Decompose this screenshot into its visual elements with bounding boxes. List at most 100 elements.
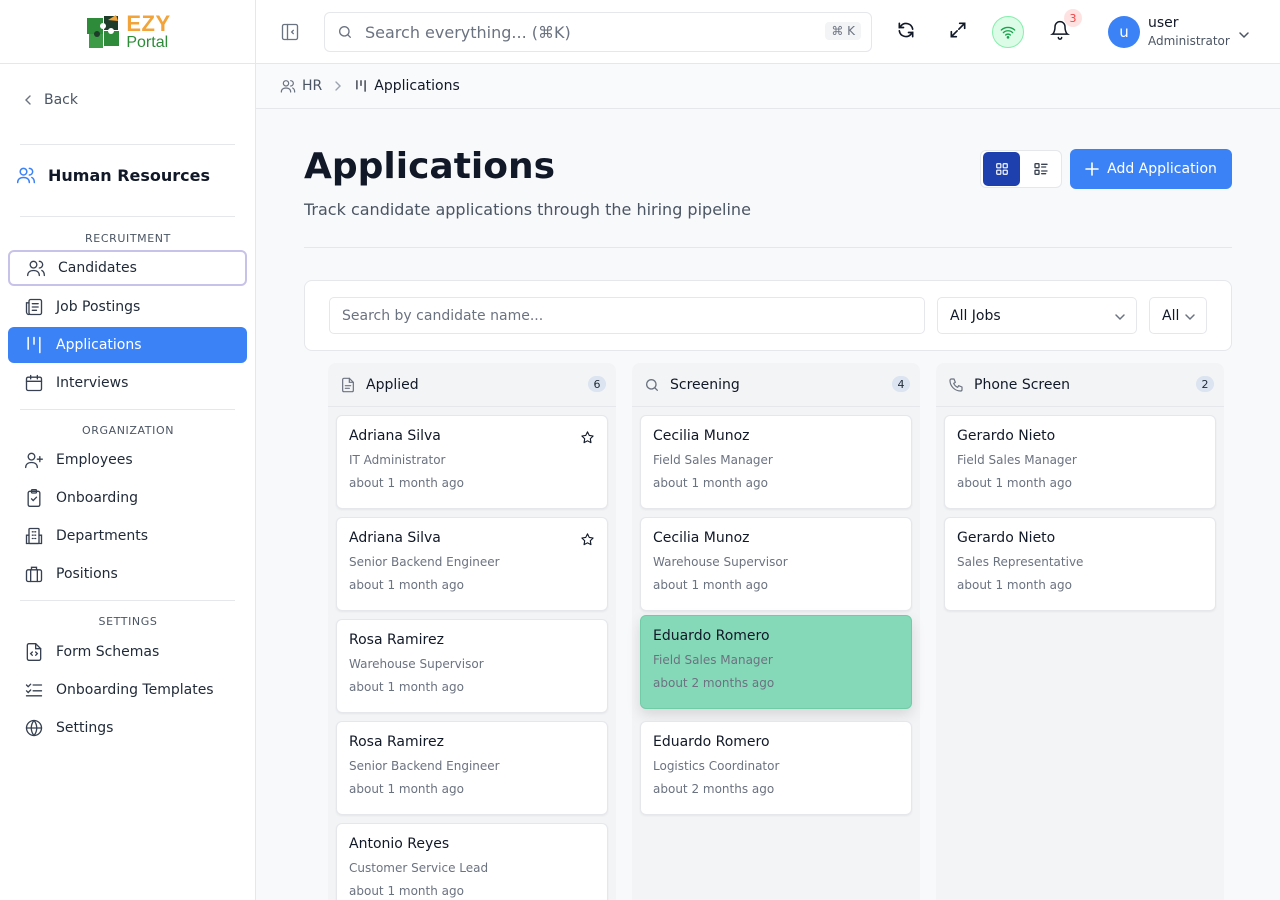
sidebar-item-onboarding[interactable]: Onboarding bbox=[8, 480, 247, 516]
logo[interactable]: EZY Portal bbox=[0, 0, 255, 64]
list-icon bbox=[1033, 163, 1048, 175]
global-search-input[interactable] bbox=[365, 22, 805, 42]
connection-status-button[interactable] bbox=[992, 16, 1024, 48]
building-icon bbox=[25, 527, 43, 545]
calendar-icon bbox=[25, 374, 43, 392]
applied-time: about 1 month ago bbox=[349, 578, 464, 592]
kanban-column-phone-screen: Phone Screen 2 Gerardo Nieto Field Sales… bbox=[936, 363, 1224, 900]
application-card-dragging[interactable]: Eduardo Romero Field Sales Manager about… bbox=[640, 615, 912, 709]
application-card[interactable]: Eduardo Romero Logistics Coordinator abo… bbox=[640, 721, 912, 815]
wifi-icon bbox=[1000, 26, 1016, 39]
application-card[interactable]: Cecilia Munoz Warehouse Supervisor about… bbox=[640, 517, 912, 611]
fullscreen-button[interactable] bbox=[948, 20, 968, 44]
sidebar-item-label: Settings bbox=[56, 720, 114, 736]
briefcase-icon bbox=[25, 566, 43, 583]
application-card[interactable]: Antonio Reyes Customer Service Lead abou… bbox=[336, 823, 608, 900]
chevron-right-icon bbox=[332, 80, 344, 92]
breadcrumb-hr[interactable]: HR bbox=[280, 78, 322, 94]
clipboard-check-icon bbox=[27, 489, 41, 507]
applied-time: about 1 month ago bbox=[957, 578, 1072, 592]
breadcrumb-current: Applications bbox=[354, 78, 460, 94]
application-card[interactable]: Adriana Silva IT Administrator about 1 m… bbox=[336, 415, 608, 509]
kanban-view-button[interactable] bbox=[983, 152, 1020, 186]
sidebar-item-label: Applications bbox=[56, 337, 142, 353]
column-title: Applied bbox=[366, 376, 419, 393]
column-title: Screening bbox=[670, 376, 740, 393]
sidebar-item-candidates[interactable]: Candidates bbox=[8, 250, 247, 286]
star-icon[interactable] bbox=[580, 430, 595, 449]
job-title: Warehouse Supervisor bbox=[349, 657, 484, 671]
star-icon[interactable] bbox=[580, 532, 595, 551]
file-code-icon bbox=[26, 643, 42, 661]
view-toggle bbox=[980, 150, 1062, 188]
candidate-search-input[interactable] bbox=[329, 297, 925, 334]
job-title: Customer Service Lead bbox=[349, 861, 489, 875]
sidebar-item-label: Interviews bbox=[56, 375, 129, 391]
search-icon bbox=[339, 26, 351, 38]
user-plus-icon bbox=[25, 452, 43, 469]
job-filter-select[interactable]: All Jobs bbox=[937, 297, 1137, 334]
application-card[interactable]: Rosa Ramirez Senior Backend Engineer abo… bbox=[336, 721, 608, 815]
sidebar-item-departments[interactable]: Departments bbox=[8, 518, 247, 554]
sidebar-item-label: Departments bbox=[56, 528, 149, 544]
applied-time: about 1 month ago bbox=[957, 476, 1072, 490]
users-icon bbox=[27, 260, 45, 277]
candidate-name: Adriana Silva bbox=[349, 428, 441, 444]
grid-icon bbox=[995, 163, 1008, 175]
divider bbox=[20, 409, 235, 410]
puzzle-logo-icon bbox=[84, 12, 124, 52]
application-card[interactable]: Rosa Ramirez Warehouse Supervisor about … bbox=[336, 619, 608, 713]
application-card[interactable]: Gerardo Nieto Sales Representative about… bbox=[944, 517, 1216, 611]
candidate-name: Rosa Ramirez bbox=[349, 632, 444, 648]
user-role: Administrator bbox=[1148, 34, 1230, 48]
refresh-button[interactable] bbox=[896, 20, 916, 44]
add-application-button[interactable]: Add Application bbox=[1070, 149, 1232, 189]
avatar[interactable]: u bbox=[1108, 16, 1140, 48]
group-label-settings: SETTINGS bbox=[98, 615, 158, 628]
sidebar-item-onboarding-templates[interactable]: Onboarding Templates bbox=[8, 672, 247, 708]
application-card[interactable]: Gerardo Nieto Field Sales Manager about … bbox=[944, 415, 1216, 509]
newspaper-icon bbox=[25, 298, 43, 316]
job-title: Senior Backend Engineer bbox=[349, 759, 500, 773]
chevron-down-icon bbox=[1115, 314, 1125, 321]
sidebar-item-applications[interactable]: Applications bbox=[8, 327, 247, 363]
search-shortcut-hint: ⌘ K bbox=[825, 22, 861, 40]
sidebar-toggle-button[interactable] bbox=[280, 22, 300, 46]
page-subtitle: Track candidate applications through the… bbox=[304, 200, 751, 219]
sidebar-item-label: Positions bbox=[56, 566, 118, 582]
candidate-name: Eduardo Romero bbox=[653, 734, 770, 750]
global-search[interactable]: ⌘ K bbox=[324, 12, 872, 52]
list-view-button[interactable] bbox=[1022, 152, 1059, 186]
job-title: Sales Representative bbox=[957, 555, 1084, 569]
sidebar-item-interviews[interactable]: Interviews bbox=[8, 365, 247, 401]
sidebar: EZY Portal Back Human Resources RECRUITM… bbox=[0, 0, 256, 900]
back-link[interactable]: Back bbox=[22, 92, 78, 108]
job-title: Warehouse Supervisor bbox=[653, 555, 788, 569]
kanban-icon bbox=[27, 336, 41, 354]
sidebar-item-job-postings[interactable]: Job Postings bbox=[8, 289, 247, 325]
user-name[interactable]: user bbox=[1148, 15, 1179, 31]
refresh-icon bbox=[898, 22, 914, 38]
page-title: Applications bbox=[304, 146, 556, 187]
sidebar-item-form-schemas[interactable]: Form Schemas bbox=[8, 634, 247, 670]
application-card[interactable]: Cecilia Munoz Field Sales Manager about … bbox=[640, 415, 912, 509]
job-title: IT Administrator bbox=[349, 453, 446, 467]
job-title: Field Sales Manager bbox=[653, 453, 773, 467]
chevron-down-icon bbox=[1185, 314, 1195, 321]
column-header: Applied bbox=[328, 363, 616, 407]
user-menu-button[interactable] bbox=[1238, 26, 1250, 45]
column-count-badge: 4 bbox=[892, 376, 910, 392]
sidebar-item-positions[interactable]: Positions bbox=[8, 556, 247, 592]
divider bbox=[304, 247, 1232, 248]
sidebar-item-label: Form Schemas bbox=[56, 644, 160, 660]
sidebar-item-settings[interactable]: Settings bbox=[8, 710, 247, 746]
sidebar-item-employees[interactable]: Employees bbox=[8, 442, 247, 478]
applied-time: about 1 month ago bbox=[349, 782, 464, 796]
filter-bar: All Jobs All bbox=[304, 280, 1232, 351]
status-filter-select[interactable]: All bbox=[1149, 297, 1207, 334]
kanban-column-applied: Applied 6 Adriana Silva IT Administrator… bbox=[328, 363, 616, 900]
candidate-name: Gerardo Nieto bbox=[957, 428, 1056, 444]
application-card[interactable]: Adriana Silva Senior Backend Engineer ab… bbox=[336, 517, 608, 611]
candidate-name: Rosa Ramirez bbox=[349, 734, 444, 750]
candidate-name: Antonio Reyes bbox=[349, 836, 450, 852]
